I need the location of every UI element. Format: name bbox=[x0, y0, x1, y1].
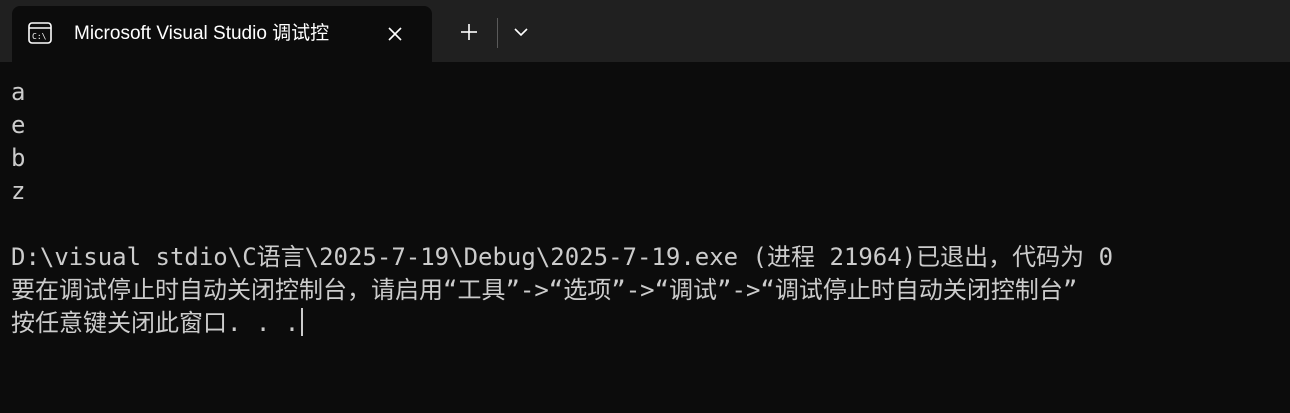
terminal-icon: C:\ bbox=[28, 22, 52, 44]
console-line: 要在调试停止时自动关闭控制台，请启用“工具”->“选项”->“调试”->“调试停… bbox=[11, 276, 1078, 304]
close-icon[interactable] bbox=[382, 21, 408, 47]
console-line: z bbox=[11, 177, 26, 205]
tab-bar: C:\ Microsoft Visual Studio 调试控 bbox=[0, 0, 1290, 62]
console-output[interactable]: a e b z D:\visual stdio\C语言\2025-7-19\De… bbox=[0, 62, 1290, 413]
console-line: e bbox=[11, 111, 26, 139]
console-prompt-line: 按任意键关闭此窗口. . . bbox=[11, 307, 304, 340]
plus-icon[interactable] bbox=[450, 16, 488, 48]
console-line: D:\visual stdio\C语言\2025-7-19\Debug\2025… bbox=[11, 243, 1114, 271]
tab-title: Microsoft Visual Studio 调试控 bbox=[74, 23, 330, 44]
chevron-down-icon[interactable] bbox=[505, 16, 537, 48]
console-line: b bbox=[11, 144, 26, 172]
tab-separator bbox=[497, 18, 498, 48]
svg-text:C:\: C:\ bbox=[32, 32, 47, 41]
text-cursor bbox=[301, 308, 304, 336]
tab-debug-console[interactable]: C:\ Microsoft Visual Studio 调试控 bbox=[12, 6, 432, 62]
terminal-window: C:\ Microsoft Visual Studio 调试控 a e b z … bbox=[0, 0, 1290, 413]
console-line-text: 按任意键关闭此窗口. . . bbox=[11, 309, 300, 337]
console-line: a bbox=[11, 78, 26, 106]
